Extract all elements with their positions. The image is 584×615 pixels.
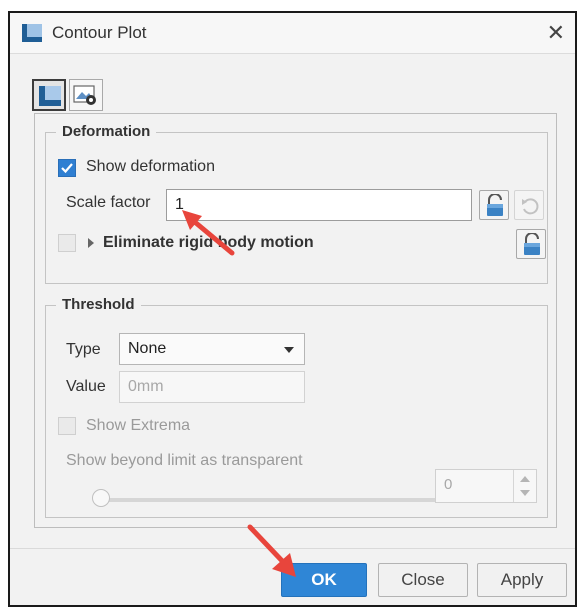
value-label: Value [66, 378, 106, 395]
type-select-value: None [128, 340, 167, 357]
reset-button[interactable] [514, 190, 544, 220]
expand-triangle-icon[interactable] [88, 238, 94, 248]
annotation-arrow-scale [182, 210, 235, 256]
spinbox-arrows[interactable] [513, 470, 536, 502]
settings-panel: Deformation Show deformation Scale facto… [34, 113, 557, 528]
type-select[interactable]: None [119, 333, 305, 365]
rigid-lock-button[interactable] [516, 229, 546, 259]
checkmark-icon [61, 163, 73, 174]
tab-contour[interactable] [32, 79, 66, 111]
apply-button[interactable]: Apply [477, 563, 567, 597]
window-title: Contour Plot [52, 23, 147, 42]
show-extrema-checkbox[interactable] [58, 417, 76, 435]
contour-plot-dialog: Contour Plot ✕ Deformation Show deformat… [8, 11, 577, 607]
value-input[interactable]: 0mm [119, 371, 305, 403]
spin-down-icon[interactable] [520, 490, 530, 496]
tab-settings[interactable] [69, 79, 103, 111]
show-deformation-label: Show deformation [86, 158, 215, 175]
show-extrema-label: Show Extrema [86, 417, 191, 434]
eliminate-rigid-checkbox[interactable] [58, 234, 76, 252]
beyond-limit-label: Show beyond limit as transparent [66, 452, 303, 469]
annotation-arrow-ok [247, 524, 296, 577]
deformation-group: Deformation Show deformation Scale facto… [45, 123, 548, 284]
settings-tab-icon [73, 85, 96, 105]
spin-up-icon[interactable] [520, 476, 530, 482]
scale-factor-label: Scale factor [66, 194, 151, 211]
close-icon[interactable]: ✕ [547, 19, 565, 47]
transparency-spinbox[interactable]: 0 [435, 469, 537, 503]
unlock-icon [487, 194, 503, 216]
title-bar: Contour Plot ✕ [10, 13, 575, 54]
type-label: Type [66, 341, 101, 358]
spinbox-value: 0 [444, 476, 453, 493]
chevron-down-icon [284, 347, 294, 353]
deformation-legend: Deformation [56, 123, 157, 140]
unlock-icon [524, 233, 540, 255]
contour-app-icon [22, 24, 42, 42]
close-button[interactable]: Close [378, 563, 468, 597]
threshold-legend: Threshold [56, 296, 141, 313]
transparency-slider-handle[interactable] [92, 489, 110, 507]
contour-tab-icon [39, 86, 61, 106]
transparency-slider-track[interactable] [102, 498, 442, 502]
show-deformation-checkbox[interactable] [58, 159, 76, 177]
lock-button[interactable] [479, 190, 509, 220]
reset-icon [522, 198, 539, 215]
